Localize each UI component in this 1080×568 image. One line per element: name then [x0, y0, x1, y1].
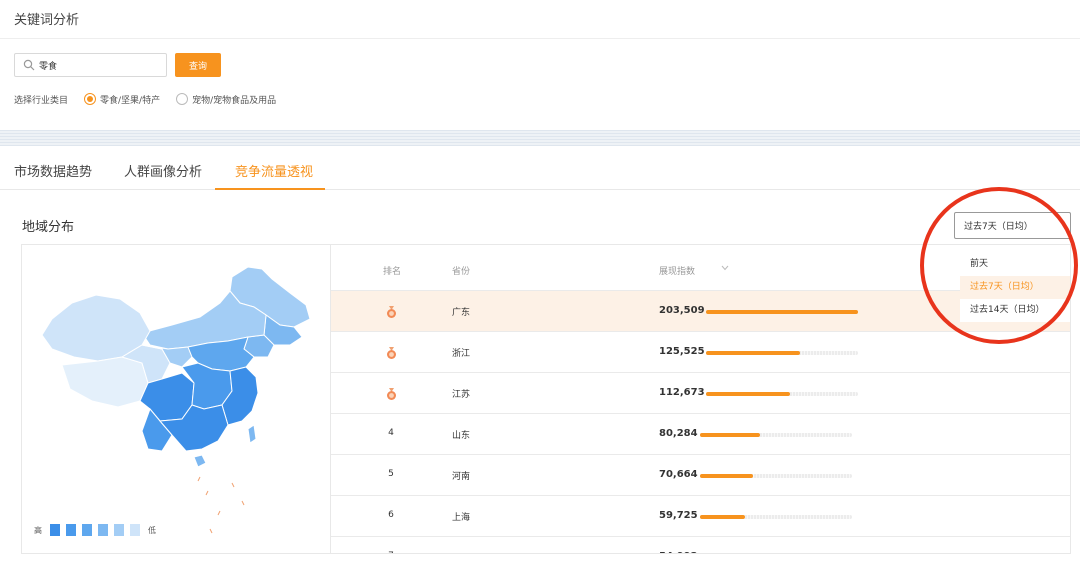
column-header-province: 省份 [452, 267, 471, 277]
index-bar-fill [706, 392, 790, 396]
legend-swatch [130, 524, 140, 536]
legend-low-label: 低 [148, 525, 156, 535]
tab-market-trend[interactable]: 市场数据趋势 [14, 161, 92, 180]
search-icon [23, 59, 35, 71]
radio-unchecked-icon [176, 93, 189, 105]
sort-arrow-icon[interactable] [721, 265, 729, 271]
index-value: 70,664 [659, 469, 698, 480]
province-name: 江苏 [452, 390, 471, 400]
index-bar-fill [700, 433, 760, 437]
industry-selector: 选择行业类目 零食/坚果/特产 宠物/宠物食品及用品 [14, 92, 292, 106]
index-bar-fill [706, 351, 800, 355]
index-bar-track [706, 392, 858, 396]
rank-number: 4 [388, 428, 394, 438]
industry-option-label: 宠物/宠物食品及用品 [192, 95, 277, 106]
index-bar-track [700, 515, 852, 519]
rank-medal-icon [387, 306, 396, 318]
province-name: 广东 [452, 308, 471, 318]
map-legend: 高 低 [34, 524, 156, 536]
index-bar-fill [706, 310, 858, 314]
legend-swatch [82, 524, 92, 536]
map-region-hainan [193, 454, 207, 468]
active-tab-indicator [215, 188, 325, 190]
map-region-taiwan [247, 424, 257, 444]
province-name: 上海 [452, 513, 471, 523]
column-header-rank: 排名 [383, 267, 402, 277]
rank-number: 6 [388, 510, 394, 520]
tab-audience-profile[interactable]: 人群画像分析 [124, 161, 202, 180]
index-bar-track [706, 351, 858, 355]
index-value: 125,525 [659, 346, 705, 357]
china-map [41, 266, 311, 534]
province-name: 浙江 [452, 349, 471, 359]
index-value: 59,725 [659, 510, 698, 521]
region-section-title: 地域分布 [22, 220, 75, 235]
page-title: 关键词分析 [14, 13, 80, 28]
index-bar-track [700, 433, 852, 437]
rank-medal-icon [387, 388, 396, 400]
region-map-panel [21, 244, 330, 554]
section-separator [0, 130, 1080, 146]
rank-number: 5 [388, 469, 394, 479]
index-value: 80,284 [659, 428, 698, 439]
radio-checked-icon [84, 93, 97, 105]
index-value: 203,509 [659, 305, 705, 316]
province-name: 福建 [452, 551, 470, 553]
table-row: 3江苏112,673 [331, 373, 1070, 414]
legend-swatch [98, 524, 108, 536]
legend-high-label: 高 [34, 525, 42, 535]
map-region-tibet [61, 356, 149, 408]
industry-option-label: 零食/坚果/特产 [100, 95, 161, 106]
province-name: 山东 [452, 431, 471, 441]
table-row: 5 河南 70,664 [331, 455, 1070, 496]
index-bar-track [706, 310, 858, 314]
tab-competition-traffic[interactable]: 竞争流量透视 [235, 161, 313, 180]
keyword-search-box[interactable] [14, 53, 167, 77]
column-header-index[interactable]: 展现指数 [659, 264, 695, 277]
keyword-search-input[interactable] [39, 57, 159, 73]
query-button[interactable]: 查询 [175, 53, 221, 77]
table-row: 4 山东 80,284 [331, 414, 1070, 455]
province-name: 河南 [452, 472, 471, 482]
index-bar-track [700, 474, 852, 478]
south-china-sea-islands [197, 476, 245, 534]
rank-number: 7 [383, 551, 399, 553]
index-value: 54,992 [659, 551, 698, 553]
rank-medal-icon [387, 347, 396, 359]
industry-option-snacks[interactable]: 零食/坚果/特产 [84, 93, 160, 106]
divider [0, 38, 1080, 39]
legend-swatch [114, 524, 124, 536]
index-bar-fill [700, 515, 745, 519]
industry-label: 选择行业类目 [14, 95, 69, 106]
annotation-circle [920, 187, 1078, 344]
table-row: 7 福建 54,992 [331, 537, 1070, 553]
analysis-tabs: 市场数据趋势 人群画像分析 竞争流量透视 [0, 152, 1080, 190]
table-row: 6 上海 59,725 [331, 496, 1070, 537]
legend-swatch [66, 524, 76, 536]
industry-option-pets[interactable]: 宠物/宠物食品及用品 [176, 93, 276, 106]
table-row: 2浙江125,525 [331, 332, 1070, 373]
index-bar-fill [700, 474, 753, 478]
legend-swatch [50, 524, 60, 536]
index-value: 112,673 [659, 387, 705, 398]
